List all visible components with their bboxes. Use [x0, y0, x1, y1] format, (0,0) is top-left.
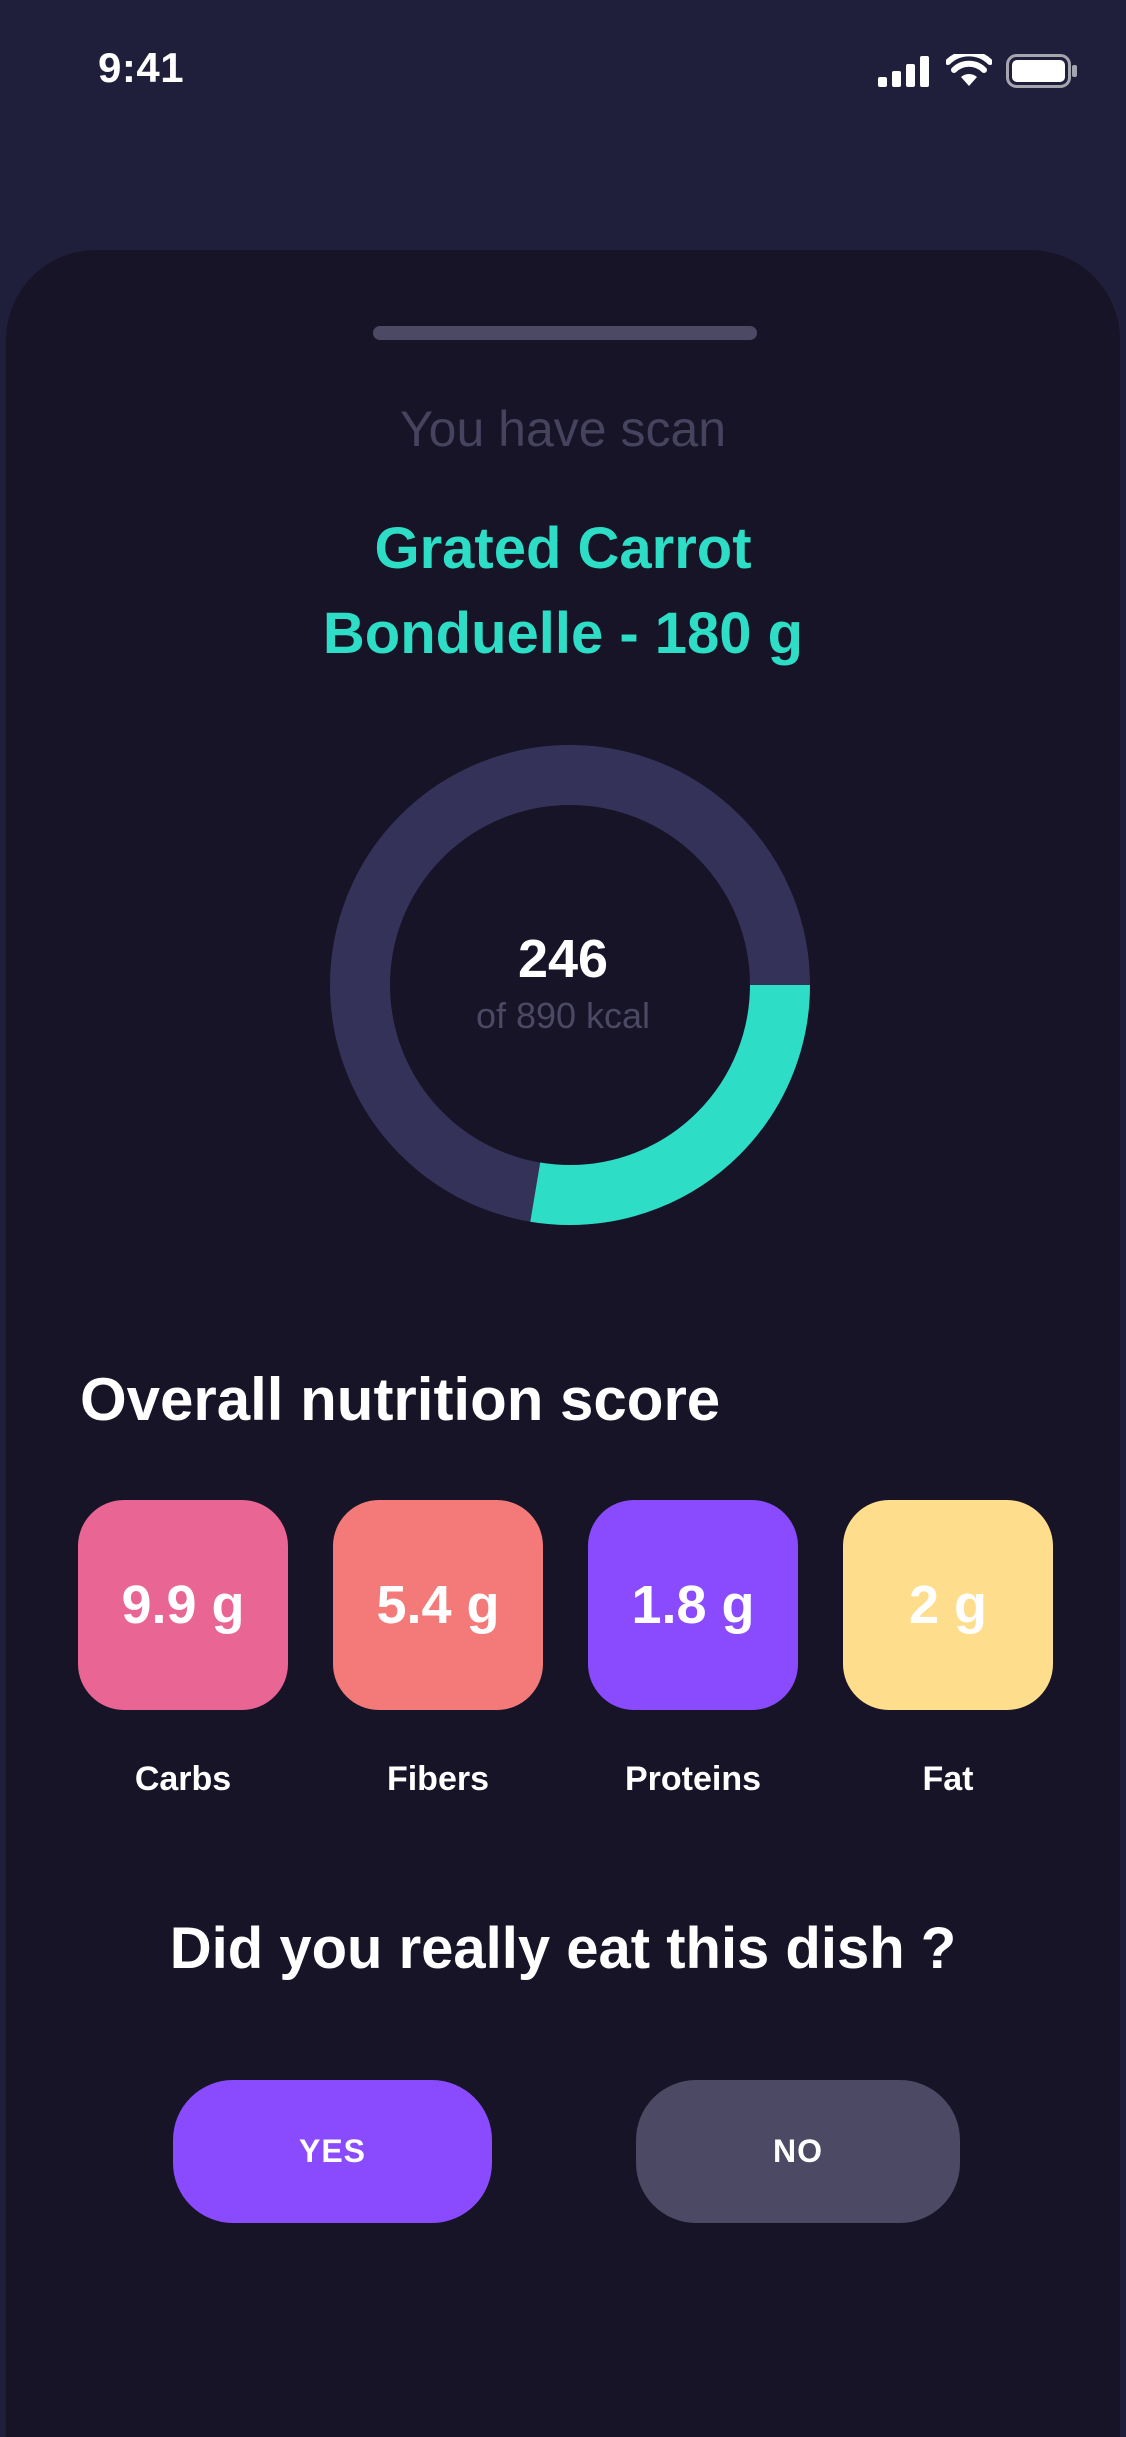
nutrient-fibers: 5.4 g Fibers — [333, 1500, 543, 1799]
confirm-question: Did you really eat this dish ? — [169, 1916, 957, 1981]
status-time: 9:41 — [98, 44, 185, 91]
product-brand-weight: Bonduelle - 180 g — [322, 601, 804, 666]
nutrient-tile: 9.9 g — [78, 1500, 288, 1710]
nutrient-carbs: 9.9 g Carbs — [78, 1500, 288, 1799]
calorie-goal: of 890 kcal — [475, 995, 651, 1036]
no-button[interactable]: NO — [636, 2080, 960, 2223]
wifi-icon — [946, 54, 992, 86]
nutrient-label: Proteins — [624, 1760, 762, 1798]
nutrient-fat: 2 g Fat — [843, 1500, 1053, 1799]
nutrient-tile: 2 g — [843, 1500, 1053, 1710]
nutrient-tile: 1.8 g — [588, 1500, 798, 1710]
product-name: Grated Carrot — [374, 516, 752, 581]
nutrient-label: Fibers — [386, 1760, 490, 1798]
status-icons — [878, 54, 1078, 88]
scan-subtitle: You have scan — [399, 401, 727, 457]
nutrient-tile: 5.4 g — [333, 1500, 543, 1710]
nutrient-label: Fat — [922, 1760, 974, 1798]
sheet-grabber[interactable] — [373, 326, 757, 340]
signal-icon — [878, 56, 929, 87]
nutrient-proteins: 1.8 g Proteins — [588, 1500, 798, 1799]
battery-icon — [1006, 54, 1077, 88]
status-bar: 9:41 — [0, 0, 1126, 150]
nutrient-label: Carbs — [134, 1760, 232, 1798]
yes-button[interactable]: YES — [173, 2080, 492, 2223]
calorie-value: 246 — [517, 929, 609, 989]
nutrition-title: Overall nutrition score — [80, 1366, 721, 1433]
